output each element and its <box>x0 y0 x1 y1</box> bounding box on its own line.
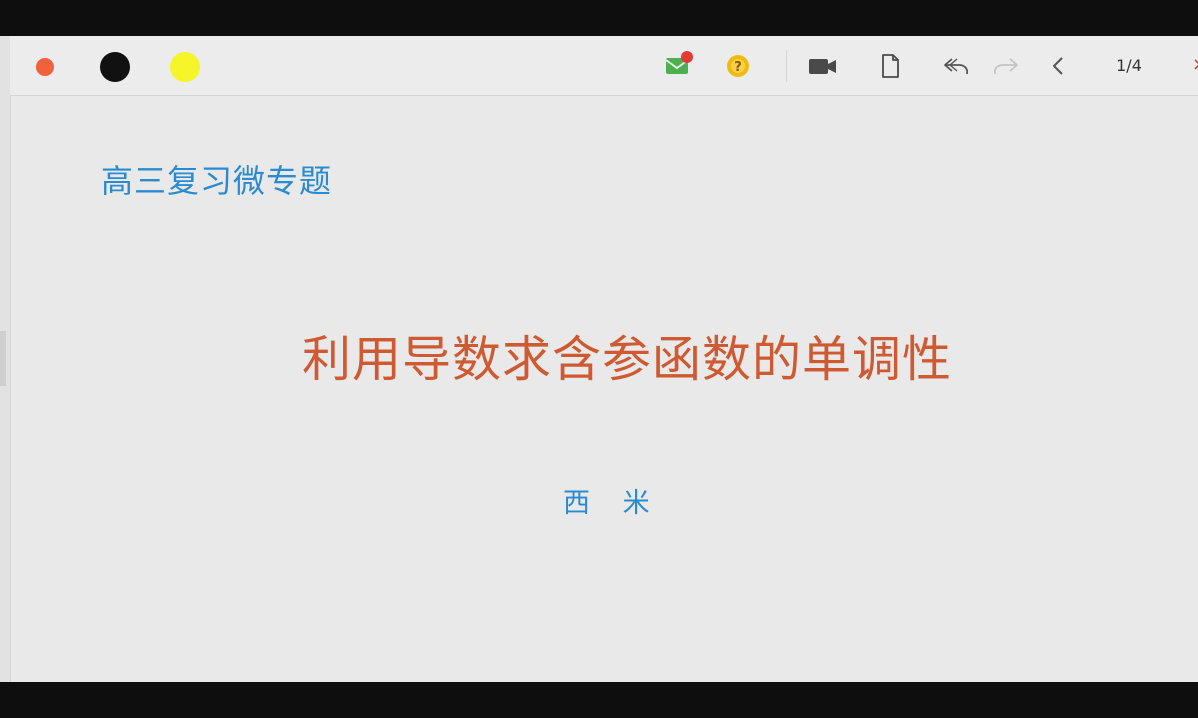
black-pen-button[interactable] <box>100 52 130 82</box>
toolbar: ? 1/4 <box>10 36 1198 96</box>
top-letterbox <box>0 0 1198 36</box>
mail-button[interactable] <box>662 50 694 82</box>
close-icon[interactable]: × <box>1192 54 1198 76</box>
slide-author: 西 米 <box>563 488 662 519</box>
mail-icon <box>662 50 694 82</box>
svg-text:?: ? <box>734 60 742 75</box>
red-pen-button[interactable] <box>36 58 54 76</box>
video-button[interactable] <box>806 50 838 82</box>
document-button[interactable] <box>874 50 906 82</box>
undo-button[interactable] <box>940 50 972 82</box>
video-icon <box>806 50 838 82</box>
document-icon <box>874 50 906 82</box>
redo-icon <box>990 50 1022 82</box>
previous-icon <box>1042 50 1074 82</box>
page-indicator: 1/4 <box>1116 56 1142 75</box>
help-icon: ? <box>722 50 754 82</box>
bottom-letterbox <box>0 682 1198 718</box>
slide-subtitle: 高三复习微专题 <box>101 162 333 200</box>
presentation-window: ? 1/4 高三复习微专题 利用导数求含参函数的单调性 西 米 <box>0 36 1198 682</box>
redo-button[interactable] <box>990 50 1022 82</box>
slide-title: 利用导数求含参函数的单调性 <box>302 331 953 388</box>
toolbar-separator <box>786 50 787 82</box>
slide-content: 高三复习微专题 利用导数求含参函数的单调性 西 米 <box>10 96 1198 682</box>
previous-page-button[interactable] <box>1042 50 1074 82</box>
undo-icon <box>940 50 972 82</box>
yellow-pen-button[interactable] <box>170 52 200 82</box>
side-panel-handle[interactable] <box>0 331 6 386</box>
help-button[interactable]: ? <box>722 50 754 82</box>
